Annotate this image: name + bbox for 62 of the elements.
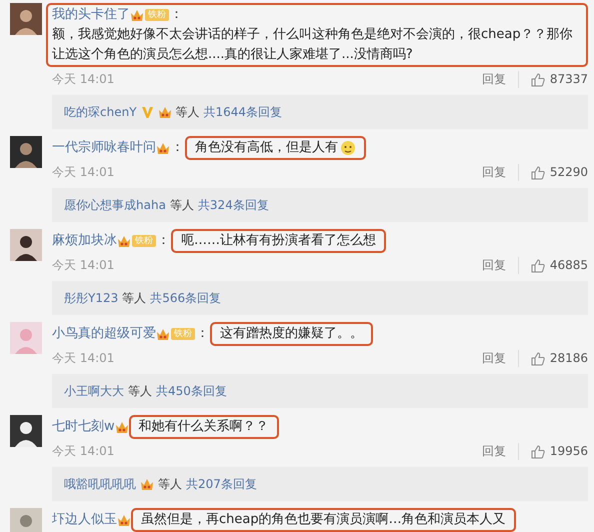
username[interactable]: 圷边人似玉 (52, 510, 117, 530)
avatar[interactable] (10, 229, 42, 261)
comment-time: 今天 14:01 (52, 71, 116, 88)
like-count: 28186 (550, 350, 588, 367)
like-count: 46885 (550, 257, 588, 274)
comment-time: 今天 14:01 (52, 350, 116, 367)
colon: ： (170, 6, 183, 24)
colon: ： (196, 325, 209, 343)
username[interactable]: 我的头卡住了 (52, 5, 130, 25)
reply-summary[interactable]: 彤彤Y123 等人 共566条回复 (52, 281, 588, 315)
reply-summary[interactable]: 哦豁吼吼吼吼 等人 共207条回复 (52, 467, 588, 501)
reply-count[interactable]: 共1644条回复 (204, 104, 282, 120)
like-icon[interactable] (530, 352, 545, 366)
highlighted-comment: 角色没有高低，但是人有 (185, 136, 366, 160)
others-text: 等人 (176, 104, 200, 120)
highlighted-comment: 和她有什么关系啊？？ (128, 415, 279, 439)
fan-badge: 铁粉 (132, 235, 156, 247)
like-icon[interactable] (530, 258, 545, 272)
like-icon[interactable] (530, 72, 545, 86)
username[interactable]: 七时七刻w (52, 417, 115, 437)
colon: ： (157, 232, 170, 250)
highlighted-comment: 这有蹭热度的嫌疑了。。 (210, 322, 373, 346)
reply-username[interactable]: 哦豁吼吼吼吼 (64, 476, 136, 492)
fan-badge: 铁粉 (171, 328, 195, 340)
like-icon[interactable] (530, 444, 545, 458)
reply-summary[interactable]: 吃的琛chenY 等人 共1644条回复 (52, 95, 588, 129)
reply-summary[interactable]: 小王啊大大 等人 共450条回复 (52, 374, 588, 408)
comment-time: 今天 14:01 (52, 257, 116, 274)
reply-link[interactable]: 回复 (482, 164, 519, 181)
others-text: 等人 (170, 197, 194, 213)
fan-badge: 铁粉 (145, 9, 169, 21)
reply-count[interactable]: 共566条回复 (150, 290, 222, 306)
reply-link[interactable]: 回复 (482, 443, 519, 460)
highlighted-comment: 虽然但是，再cheap的角色也要有演员演啊…角色和演员本人又 (131, 508, 516, 532)
username[interactable]: 小鸟真的超级可爱 (52, 324, 156, 344)
username[interactable]: 麻烦加块冰 (52, 231, 117, 251)
reply-username[interactable]: 小王啊大大 (64, 383, 124, 399)
highlighted-comment: 呃……让林有有扮演者看了怎么想 (171, 229, 386, 253)
reply-username[interactable]: 愿你心想事成haha (64, 197, 166, 213)
like-count: 52290 (550, 164, 588, 181)
reply-summary[interactable]: 愿你心想事成haha 等人 共324条回复 (52, 188, 588, 222)
reply-username[interactable]: 彤彤Y123 (64, 290, 118, 306)
like-count: 19956 (550, 443, 588, 460)
username[interactable]: 一代宗师咏春叶问 (52, 138, 156, 158)
reply-link[interactable]: 回复 (482, 257, 519, 274)
comment-time: 今天 14:01 (52, 443, 116, 460)
others-text: 等人 (128, 383, 152, 399)
comment-time: 今天 14:01 (52, 164, 116, 181)
colon: ： (171, 139, 184, 157)
others-text: 等人 (158, 476, 182, 492)
avatar[interactable] (10, 136, 42, 168)
like-icon[interactable] (530, 166, 545, 180)
avatar[interactable] (10, 415, 42, 447)
reply-username[interactable]: 吃的琛chenY (64, 104, 137, 120)
reply-count[interactable]: 共324条回复 (198, 197, 269, 213)
others-text: 等人 (122, 290, 146, 306)
reply-link[interactable]: 回复 (482, 350, 519, 367)
reply-count[interactable]: 共207条回复 (186, 476, 257, 492)
reply-link[interactable]: 回复 (482, 71, 519, 88)
comment-text: 额，我感觉她好像不太会讲话的样子，什么叫这种角色是绝对不会演的，很cheap？？那你让选这个角色的演员怎么想....真的很让人家难堪了...没情商吗? (52, 26, 574, 64)
like-count: 87337 (550, 71, 588, 88)
reply-count[interactable]: 共450条回复 (156, 383, 227, 399)
